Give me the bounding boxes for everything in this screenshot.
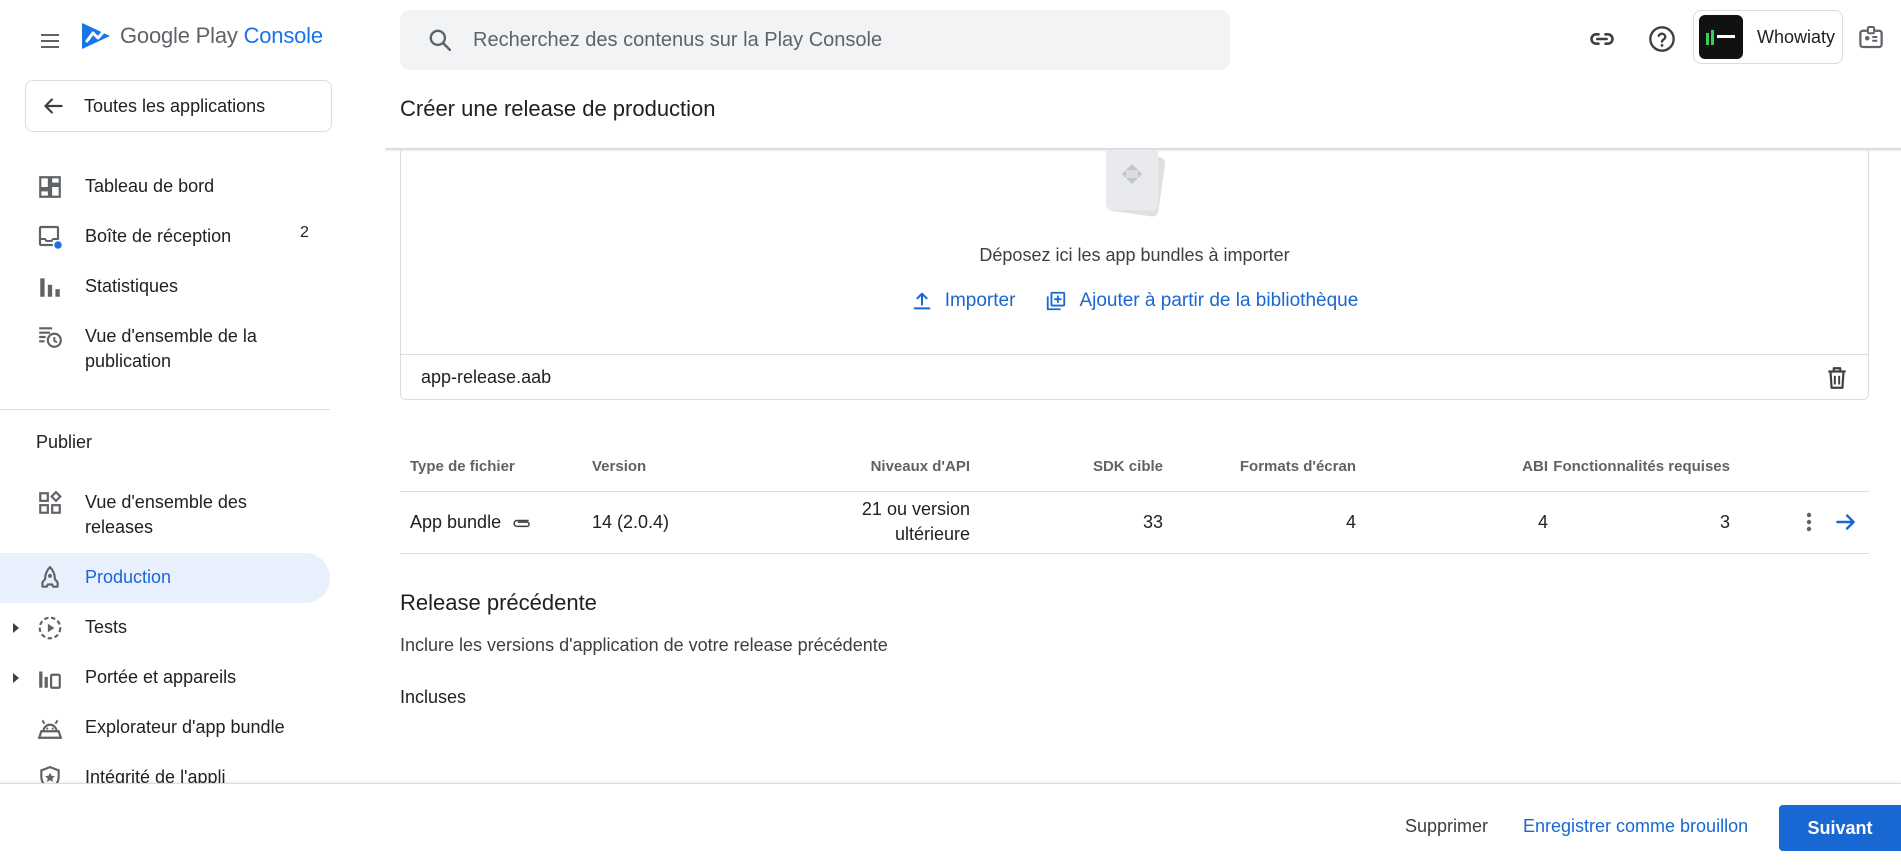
cell-version: 14 (2.0.4) — [592, 491, 774, 554]
inbox-count-badge: 2 — [300, 224, 309, 241]
expand-caret-icon[interactable] — [10, 622, 22, 634]
cell-screen-formats: 4 — [1163, 491, 1356, 554]
all-apps-button[interactable]: Toutes les applications — [25, 80, 332, 132]
inbox-icon — [38, 225, 63, 250]
table-header-row: Type de fichier Version Niveaux d'API SD… — [400, 425, 1869, 492]
app-bundle-drop-zone[interactable]: Déposez ici les app bundles à importer I… — [400, 150, 1869, 400]
expand-caret-icon[interactable] — [10, 672, 22, 684]
previous-release-title: Release précédente — [400, 590, 597, 615]
link-icon[interactable] — [1587, 24, 1617, 54]
search-input[interactable] — [473, 28, 1193, 52]
col-header-version: Version — [592, 425, 774, 492]
col-header-required-features: Fonctionnalités requises — [1548, 425, 1730, 492]
action-footer: Supprimer Enregistrer comme brouillon Su… — [0, 783, 1901, 865]
sidebar-item-releases-overview[interactable]: Vue d'ensemble des releases — [0, 490, 330, 542]
col-header-abi: ABI — [1356, 425, 1548, 492]
sidebar-item-label: Tests — [85, 617, 128, 637]
sidebar-item-label: Tableau de bord — [85, 176, 215, 196]
sidebar-item-label: Portée et appareils — [85, 667, 237, 687]
previous-release-description: Inclure les versions d'application de vo… — [400, 635, 888, 655]
sidebar-section-publish: Publier — [36, 432, 93, 452]
account-name: Whowiaty — [1757, 26, 1836, 47]
reach-devices-icon — [39, 671, 61, 689]
page-title: Créer une release de production — [400, 96, 716, 121]
bar-chart-icon — [40, 278, 60, 297]
sidebar-item-label: Production — [85, 567, 172, 587]
delete-file-icon[interactable] — [1824, 365, 1850, 391]
app-bundle-stack-icon — [1106, 150, 1166, 217]
sidebar-item-dashboard[interactable]: Tableau de bord — [0, 174, 330, 200]
sidebar-divider — [0, 409, 330, 410]
col-header-actions — [1730, 425, 1869, 492]
upload-icon — [913, 292, 931, 310]
uploaded-file-name: app-release.aab — [421, 367, 552, 387]
sidebar-item-production[interactable]: Production — [0, 553, 330, 603]
cell-api-levels: 21 ou version ultérieure — [774, 491, 970, 554]
notification-badge-icon[interactable] — [1856, 22, 1886, 52]
col-header-target-sdk: SDK cible — [970, 425, 1163, 492]
sidebar-item-label: Explorateur d'app bundle — [85, 717, 285, 737]
google-play-console-logo[interactable]: Google Play Console — [80, 21, 323, 51]
releases-overview-icon — [39, 490, 62, 514]
drop-instruction-text: Déposez ici les app bundles à importer — [979, 245, 1290, 265]
save-draft-button[interactable]: Enregistrer comme brouillon — [1523, 816, 1748, 837]
sidebar-item-reach-devices[interactable]: Portée et appareils — [0, 665, 330, 691]
sidebar-item-publishing-overview[interactable]: Vue d'ensemble de la publication — [0, 324, 330, 376]
col-header-screen-formats: Formats d'écran — [1163, 425, 1356, 492]
account-switcher[interactable]: Whowiaty — [1693, 10, 1843, 64]
cell-file-type: App bundle — [400, 491, 592, 554]
drop-actions: Importer Ajouter à partir de la biblioth… — [401, 290, 1868, 312]
attachment-icon — [513, 519, 530, 527]
app-bundles-table: Type de fichier Version Niveaux d'API SD… — [400, 425, 1869, 554]
sidebar-item-inbox[interactable]: Boîte de réception 2 — [0, 224, 330, 250]
testing-icon — [38, 616, 62, 640]
table-row: App bundle 14 (2.0.4) 21 ou version ulté… — [400, 491, 1869, 554]
menu-icon[interactable] — [38, 29, 62, 53]
help-icon[interactable] — [1647, 24, 1677, 54]
arrow-forward-icon[interactable] — [1833, 509, 1859, 535]
all-apps-label: Toutes les applications — [84, 95, 266, 116]
production-icon — [41, 566, 59, 588]
sidebar-item-bundle-explorer[interactable]: Explorateur d'app bundle — [0, 715, 330, 741]
sidebar-item-label: Vue d'ensemble des releases — [85, 492, 247, 537]
sidebar-item-statistics[interactable]: Statistiques — [0, 274, 330, 300]
cell-abi: 4 — [1356, 491, 1548, 554]
dashboard-icon — [39, 176, 61, 198]
publishing-overview-icon — [39, 327, 62, 348]
col-header-file-type: Type de fichier — [400, 425, 592, 492]
delete-button[interactable]: Supprimer — [1405, 816, 1488, 837]
logo-text: Google Play Console — [120, 23, 323, 48]
sidebar-item-tests[interactable]: Tests — [0, 615, 330, 641]
search-bar[interactable] — [400, 10, 1230, 70]
bundle-explorer-icon — [37, 719, 63, 739]
cell-target-sdk: 33 — [970, 491, 1163, 554]
cell-actions — [1730, 491, 1869, 554]
arrow-back-icon — [44, 98, 63, 114]
more-vert-icon[interactable] — [1805, 510, 1813, 534]
cell-required-features: 3 — [1548, 491, 1730, 554]
import-button[interactable]: Importer — [911, 290, 1016, 312]
add-from-library-label: Ajouter à partir de la bibliothèque — [1079, 290, 1359, 311]
uploaded-file-row: app-release.aab — [401, 354, 1868, 400]
sidebar-item-label: Vue d'ensemble de la publication — [85, 326, 257, 371]
play-console-logo-icon — [82, 23, 110, 49]
previous-release-included-label: Incluses — [400, 687, 467, 707]
import-label: Importer — [944, 290, 1016, 311]
add-from-library-button[interactable]: Ajouter à partir de la bibliothèque — [1045, 290, 1358, 312]
app-avatar — [1699, 15, 1743, 59]
sidebar-item-label: Boîte de réception — [85, 226, 232, 246]
col-header-api-levels: Niveaux d'API — [774, 425, 970, 492]
library-add-icon — [1047, 291, 1066, 311]
sidebar-item-label: Statistiques — [85, 276, 179, 296]
search-icon — [429, 29, 452, 52]
next-button[interactable]: Suivant — [1779, 805, 1901, 851]
